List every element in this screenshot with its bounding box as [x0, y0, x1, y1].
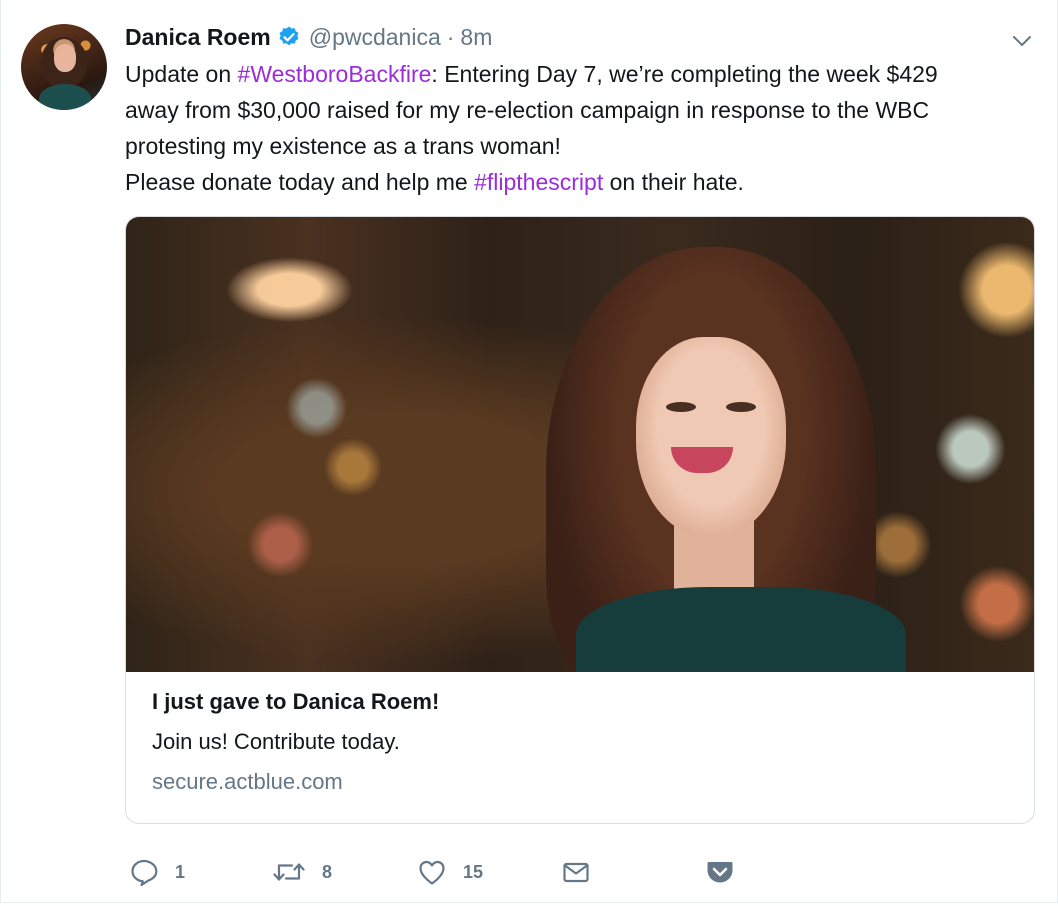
- like-button[interactable]: 15: [417, 852, 483, 892]
- tweet-text-line: Please donate today and help me #flipthe…: [125, 164, 1030, 200]
- like-count: 15: [463, 861, 484, 882]
- tweet-timestamp[interactable]: 8m: [460, 24, 492, 51]
- card-image[interactable]: [126, 217, 1034, 672]
- text-segment: Please donate today and help me: [125, 169, 475, 195]
- avatar-face: [54, 44, 76, 72]
- card-title[interactable]: I just gave to Danica Roem!: [152, 687, 1012, 717]
- pocket-icon: [705, 857, 735, 887]
- tweet-text: Update on #WestboroBackfire: Entering Da…: [125, 56, 1030, 200]
- reply-button[interactable]: 1: [129, 852, 185, 892]
- tweet: Danica Roem @pwcdanica · 8m Update on #W…: [0, 0, 1058, 903]
- tweet-text-line: Update on #WestboroBackfire: Entering Da…: [125, 56, 1030, 92]
- retweet-count: 8: [322, 861, 333, 882]
- author-handle[interactable]: @pwcdanica: [309, 24, 441, 51]
- photo-face: [636, 337, 786, 537]
- heart-icon: [417, 857, 447, 887]
- tweet-header: Danica Roem @pwcdanica · 8m: [125, 22, 492, 52]
- card-domain: secure.actblue.com: [152, 769, 343, 794]
- text-segment: Update on: [125, 61, 238, 87]
- tweet-text-line: away from $30,000 raised for my re-elect…: [125, 92, 1030, 128]
- photo-body: [576, 587, 906, 672]
- reply-icon: [129, 857, 159, 887]
- photo-eye: [726, 402, 756, 412]
- chevron-down-icon[interactable]: [1011, 30, 1033, 52]
- reply-count: 1: [175, 861, 186, 882]
- avatar-shoulders: [39, 84, 91, 110]
- tweet-text-line: protesting my existence as a trans woman…: [125, 128, 1030, 164]
- envelope-icon: [561, 857, 591, 887]
- retweet-button[interactable]: 8: [272, 852, 332, 892]
- separator-dot: ·: [446, 23, 455, 50]
- retweet-icon: [272, 857, 306, 887]
- direct-message-button[interactable]: [561, 852, 591, 892]
- photo-eye: [666, 402, 696, 412]
- text-segment: away from $30,000 raised for my re-elect…: [125, 97, 930, 123]
- card-description: Join us! Contribute today.: [152, 729, 400, 754]
- hashtag-link[interactable]: #flipthescript: [474, 169, 603, 195]
- card-body: I just gave to Danica Roem! Join us! Con…: [152, 687, 1012, 797]
- pocket-button[interactable]: [705, 852, 735, 892]
- text-segment: on their hate.: [603, 169, 744, 195]
- hashtag-link[interactable]: #WestboroBackfire: [238, 61, 432, 87]
- verified-badge-icon: [277, 25, 301, 49]
- author-name[interactable]: Danica Roem: [125, 24, 271, 51]
- avatar[interactable]: [21, 24, 107, 110]
- link-card[interactable]: I just gave to Danica Roem! Join us! Con…: [125, 216, 1035, 824]
- text-segment: protesting my existence as a trans woman…: [125, 133, 561, 159]
- text-segment: : Entering Day 7, we’re completing the w…: [431, 61, 938, 87]
